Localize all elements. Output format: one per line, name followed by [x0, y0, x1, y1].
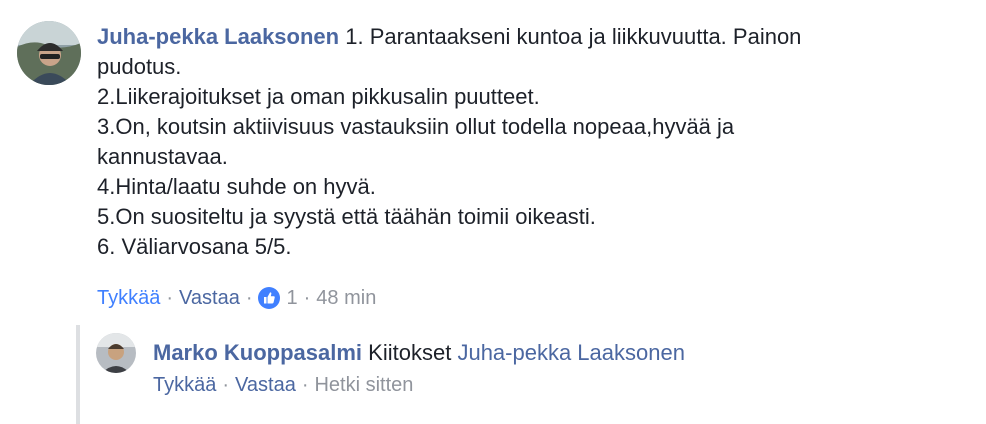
- reply-author-avatar[interactable]: [96, 333, 136, 373]
- reply-reply-button[interactable]: Vastaa: [235, 371, 296, 399]
- reply-button[interactable]: Vastaa: [179, 284, 240, 312]
- comment-text-line: 2.Liikerajoitukset ja oman pikkusalin pu…: [97, 84, 540, 109]
- reply-text: Kiitokset: [368, 340, 452, 365]
- like-count[interactable]: 1: [286, 284, 297, 312]
- mention-link[interactable]: Juha-pekka Laaksonen: [457, 340, 685, 365]
- reply-like-button[interactable]: Tykkää: [153, 371, 216, 399]
- reply-actions: Tykkää · Vastaa · Hetki sitten: [153, 371, 413, 399]
- comment-text-line: 5.On suositeltu ja syystä että täähän to…: [97, 204, 596, 229]
- comment-body: Juha-pekka Laaksonen 1. Parantaakseni ku…: [97, 22, 897, 262]
- separator: ·: [222, 374, 230, 396]
- separator: ·: [303, 287, 311, 309]
- comment-author-link[interactable]: Juha-pekka Laaksonen: [97, 24, 339, 49]
- separator: ·: [166, 287, 174, 309]
- separator: ·: [245, 287, 253, 309]
- separator: ·: [301, 374, 309, 396]
- comment-text-line: 3.On, koutsin aktiivisuus vastauksiin ol…: [97, 114, 735, 139]
- comment-text-line: 1. Parantaakseni kuntoa ja liikkuvuutta.…: [345, 24, 802, 49]
- thumbs-up-icon[interactable]: [258, 287, 281, 309]
- reply-timestamp[interactable]: Hetki sitten: [314, 371, 413, 399]
- comment-text-line: pudotus.: [97, 54, 182, 79]
- reply-body: Marko Kuoppasalmi Kiitokset Juha-pekka L…: [153, 338, 685, 368]
- comment-text-line: 4.Hinta/laatu suhde on hyvä.: [97, 174, 376, 199]
- commenter-avatar[interactable]: [17, 21, 81, 85]
- comment-actions: Tykkää · Vastaa · 1 · 48 min: [97, 284, 376, 312]
- like-button[interactable]: Tykkää: [97, 284, 160, 312]
- reply-thread-rail: [76, 325, 80, 424]
- comment-text-line: 6. Väliarvosana 5/5.: [97, 234, 292, 259]
- comment-timestamp[interactable]: 48 min: [316, 284, 376, 312]
- reply-author-link[interactable]: Marko Kuoppasalmi: [153, 340, 362, 365]
- comment-text-line: kannustavaa.: [97, 144, 228, 169]
